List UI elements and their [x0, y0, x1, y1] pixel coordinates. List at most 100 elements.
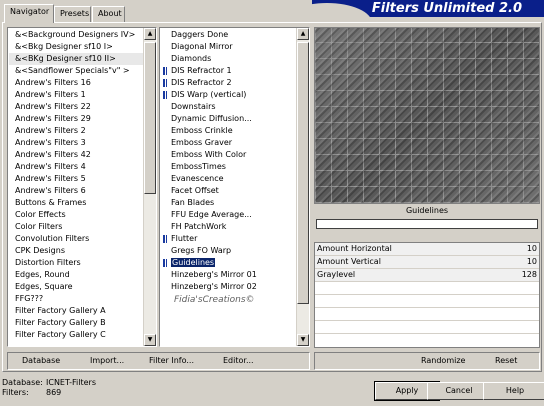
filter-list[interactable]: Daggers Done Diagonal Mirror Diamonds DIS R…: [159, 27, 310, 347]
scroll-thumb[interactable]: [297, 42, 309, 304]
scroll-up-arrow-icon[interactable]: ▲: [144, 28, 156, 40]
category-item[interactable]: Andrew's Filters 42: [9, 149, 143, 161]
filter-item[interactable]: Downstairs: [161, 101, 296, 113]
filter-item[interactable]: Facet Offset: [161, 185, 296, 197]
param-row[interactable]: Graylevel 128: [315, 269, 539, 282]
filter-item[interactable]: Emboss Crinkle: [161, 125, 296, 137]
filter-item[interactable]: Emboss With Color: [161, 149, 296, 161]
help-button[interactable]: Help: [483, 382, 544, 400]
category-item[interactable]: &<Sandflower Specials"v" >: [9, 65, 143, 77]
scroll-thumb[interactable]: [144, 42, 156, 194]
param-value: 10: [526, 257, 537, 266]
category-item[interactable]: Andrew's Filters 29: [9, 113, 143, 125]
category-item[interactable]: Filter Factory Gallery B: [9, 317, 143, 329]
filters-label: Filters:: [2, 388, 29, 397]
filter-marker-icon: [163, 259, 167, 267]
category-list-items: &<Background Designers IV> &<Bkg Designer…: [9, 29, 143, 345]
category-item[interactable]: Convolution Filters: [9, 233, 143, 245]
filter-item[interactable]: FFU Edge Average...: [161, 209, 296, 221]
param-label: Amount Vertical: [317, 257, 381, 266]
filter-item[interactable]: Flutter: [161, 233, 296, 245]
filter-info-button[interactable]: Filter Info...: [149, 355, 194, 367]
param-row[interactable]: Amount Horizontal 10: [315, 243, 539, 256]
category-list[interactable]: &<Background Designers IV> &<Bkg Designer…: [7, 27, 157, 347]
filter-marker-icon: [163, 91, 167, 99]
category-item[interactable]: Filter Factory Gallery A: [9, 305, 143, 317]
category-item[interactable]: Andrew's Filters 1: [9, 89, 143, 101]
filter-item[interactable]: Emboss Graver: [161, 137, 296, 149]
filter-item-label: DIS Refractor 1: [171, 66, 232, 75]
import-button[interactable]: Import...: [90, 355, 124, 367]
tab-presets[interactable]: Presets: [54, 6, 91, 22]
category-item[interactable]: Andrew's Filters 16: [9, 77, 143, 89]
filter-item[interactable]: EmbossTimes: [161, 161, 296, 173]
param-value: 10: [526, 244, 537, 253]
param-button-bar: Randomize Reset: [314, 352, 540, 370]
filters-count: 869: [46, 388, 62, 397]
preview-image: [314, 27, 540, 204]
category-item[interactable]: Andrew's Filters 22: [9, 101, 143, 113]
category-item[interactable]: &<Background Designers IV>: [9, 29, 143, 41]
param-row-empty: [315, 282, 539, 295]
list-button-bar: Database Import... Filter Info... Editor…: [7, 352, 310, 370]
category-item[interactable]: Buttons & Frames: [9, 197, 143, 209]
randomize-button[interactable]: Randomize: [421, 355, 465, 367]
reset-button[interactable]: Reset: [495, 355, 517, 367]
filter-scrollbar[interactable]: ▲ ▼: [296, 28, 309, 346]
category-item[interactable]: FFG???: [9, 293, 143, 305]
category-item[interactable]: Edges, Square: [9, 281, 143, 293]
param-row[interactable]: Amount Vertical 10: [315, 256, 539, 269]
filter-item[interactable]: Dynamic Diffusion...: [161, 113, 296, 125]
category-item[interactable]: &<BKg Designer sf10 II>: [9, 53, 143, 65]
param-row-empty: [315, 295, 539, 308]
category-scrollbar[interactable]: ▲ ▼: [143, 28, 156, 346]
filter-item-label: Hinzeberg's Mirror 01: [171, 270, 257, 279]
filter-item[interactable]: DIS Refractor 2: [161, 77, 296, 89]
category-item[interactable]: Distortion Filters: [9, 257, 143, 269]
filter-item[interactable]: Evanescence: [161, 173, 296, 185]
filter-item-label: Gregs FO Warp: [171, 246, 232, 255]
category-item[interactable]: Andrew's Filters 6: [9, 185, 143, 197]
database-value: ICNET-Filters: [46, 378, 97, 387]
category-item[interactable]: Filter Factory Gallery C: [9, 329, 143, 341]
filter-item-label: DIS Warp (vertical): [171, 90, 247, 99]
filter-item-label: Flutter: [171, 234, 198, 243]
filter-item[interactable]: Daggers Done: [161, 29, 296, 41]
filter-item[interactable]: Gregs FO Warp: [161, 245, 296, 257]
filter-item[interactable]: Hinzeberg's Mirror 01: [161, 269, 296, 281]
filter-item-label: DIS Refractor 2: [171, 78, 232, 87]
category-item[interactable]: Color Effects: [9, 209, 143, 221]
editor-button[interactable]: Editor...: [223, 355, 254, 367]
watermark: Fidia'sCreations©: [174, 295, 255, 305]
filter-marker-icon: [163, 67, 167, 75]
category-item[interactable]: Andrew's Filters 3: [9, 137, 143, 149]
filter-item-label: Evanescence: [171, 174, 224, 183]
filter-item-label: Emboss With Color: [171, 150, 247, 159]
category-item[interactable]: Andrew's Filters 2: [9, 125, 143, 137]
scroll-down-arrow-icon[interactable]: ▼: [144, 334, 156, 346]
scroll-down-arrow-icon[interactable]: ▼: [297, 334, 309, 346]
filter-item[interactable]: DIS Warp (vertical): [161, 89, 296, 101]
tab-about[interactable]: About: [92, 6, 125, 22]
scroll-up-arrow-icon[interactable]: ▲: [297, 28, 309, 40]
category-item[interactable]: Color Filters: [9, 221, 143, 233]
category-item[interactable]: Edges, Round: [9, 269, 143, 281]
filter-item[interactable]: Fan Blades: [161, 197, 296, 209]
filter-item[interactable]: FH PatchWork: [161, 221, 296, 233]
filter-marker-icon: [163, 235, 167, 243]
category-item[interactable]: Andrew's Filters 5: [9, 173, 143, 185]
param-row-empty: [315, 308, 539, 321]
tab-navigator[interactable]: Navigator: [4, 4, 54, 23]
cancel-button[interactable]: Cancel: [427, 382, 491, 400]
database-button[interactable]: Database: [22, 355, 60, 367]
filter-item[interactable]: Diagonal Mirror: [161, 41, 296, 53]
filter-item-label: Emboss Graver: [171, 138, 233, 147]
category-item[interactable]: &<Bkg Designer sf10 I>: [9, 41, 143, 53]
filter-item-label: FFU Edge Average...: [171, 210, 252, 219]
filter-item[interactable]: Diamonds: [161, 53, 296, 65]
filter-item[interactable]: Hinzeberg's Mirror 02: [161, 281, 296, 293]
filter-item[interactable]: Guidelines: [161, 257, 296, 269]
category-item[interactable]: Andrew's Filters 4: [9, 161, 143, 173]
filter-item[interactable]: DIS Refractor 1: [161, 65, 296, 77]
category-item[interactable]: CPK Designs: [9, 245, 143, 257]
